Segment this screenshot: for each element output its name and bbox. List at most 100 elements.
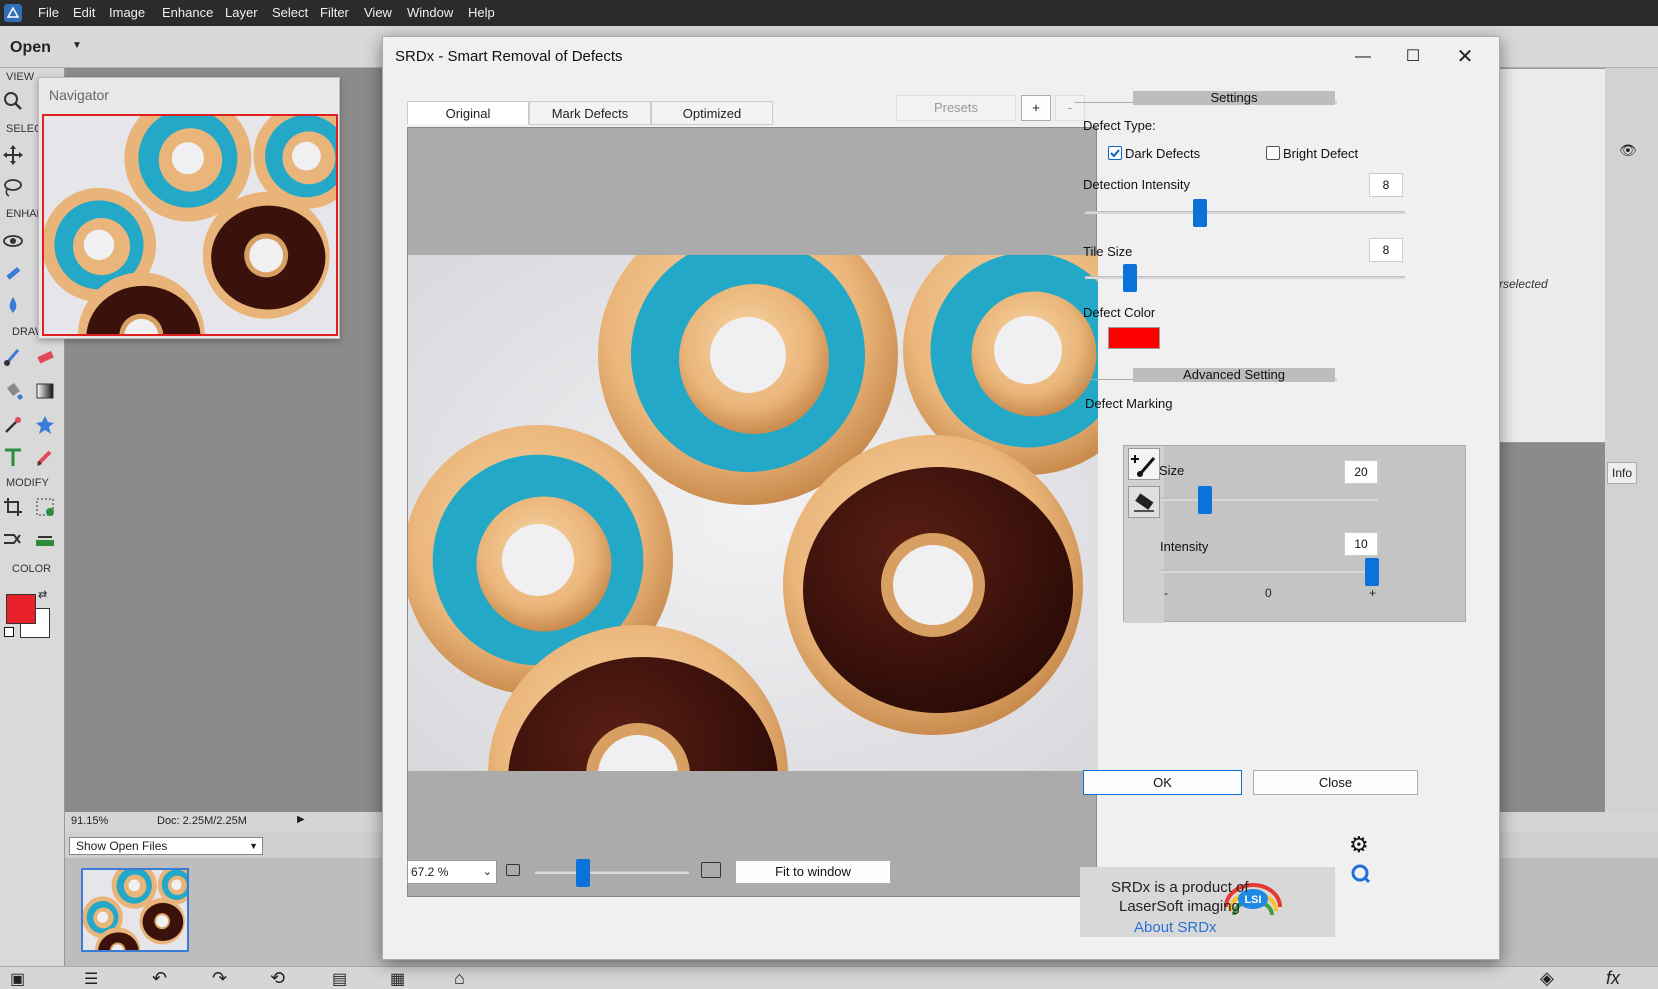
photo-bin-icon[interactable]: ▣ <box>10 969 25 989</box>
red-eye-icon[interactable] <box>2 230 24 252</box>
eraser-icon[interactable] <box>34 346 56 368</box>
organizer-icon[interactable]: ▦ <box>390 969 405 989</box>
dark-defects-label[interactable]: Dark Defects <box>1125 146 1200 161</box>
lasso-icon[interactable] <box>2 176 24 198</box>
paint-bucket-icon[interactable] <box>2 380 24 402</box>
presets-button[interactable]: Presets <box>896 95 1016 121</box>
bin-thumbnail[interactable] <box>81 862 196 974</box>
redo-icon[interactable]: ↷ <box>212 968 227 989</box>
preset-add-button[interactable]: + <box>1021 95 1051 121</box>
size-thumb[interactable] <box>1198 486 1212 514</box>
show-files-value: Show Open Files <box>76 839 168 853</box>
menu-edit[interactable]: Edit <box>73 5 95 20</box>
info-tab[interactable]: Info <box>1607 462 1637 484</box>
defect-color-label: Defect Color <box>1083 305 1156 320</box>
eye-icon[interactable]: 👁 <box>1619 142 1637 159</box>
detection-intensity-input[interactable]: 8 <box>1369 173 1403 197</box>
gear-icon[interactable]: ⚙ <box>1349 832 1369 858</box>
chevron-down-icon[interactable]: ▼ <box>249 838 258 854</box>
preset-remove-button[interactable]: - <box>1055 95 1085 121</box>
tile-size-input[interactable]: 8 <box>1369 238 1403 262</box>
status-arrow-icon[interactable]: ▶ <box>297 814 305 825</box>
navigator-thumbnail[interactable] <box>41 94 360 400</box>
bin-donut-image <box>82 862 196 974</box>
tab-original[interactable]: Original <box>407 101 529 125</box>
menu-image[interactable]: Image <box>109 5 145 20</box>
menu-window[interactable]: Window <box>407 5 453 20</box>
shape-icon[interactable] <box>34 414 56 436</box>
detection-intensity-track[interactable] <box>1085 211 1405 214</box>
recompose-icon[interactable] <box>34 496 56 518</box>
tab-mark-defects[interactable]: Mark Defects <box>529 101 651 125</box>
close-window-button[interactable]: ✕ <box>1445 43 1485 71</box>
srdx-dialog: SRDx - Smart Removal of Defects — ☐ ✕ Or… <box>382 36 1500 960</box>
blur-drop-icon[interactable] <box>2 294 24 316</box>
menu-enhance[interactable]: Enhance <box>162 5 213 20</box>
crop-icon[interactable] <box>2 496 24 518</box>
layout-icon[interactable]: ▤ <box>332 969 347 989</box>
defect-color-swatch[interactable] <box>1108 327 1160 349</box>
zoom-select-value: 67.2 % <box>411 865 449 879</box>
straighten-icon[interactable] <box>34 528 56 550</box>
zoom-out-icon[interactable] <box>506 864 520 876</box>
move-icon[interactable] <box>2 144 24 166</box>
home-icon[interactable]: ⌂ <box>454 968 465 989</box>
undo-icon[interactable]: ↶ <box>152 968 167 989</box>
intensity-track[interactable] <box>1160 570 1378 573</box>
menu-view[interactable]: View <box>364 5 392 20</box>
tile-size-thumb[interactable] <box>1123 264 1137 292</box>
brush-icon[interactable] <box>2 346 24 368</box>
tool-options-icon[interactable]: ☰ <box>84 969 98 989</box>
scale-max-label: + <box>1369 586 1377 600</box>
content-aware-move-icon[interactable] <box>2 528 24 550</box>
dark-defects-checkbox[interactable] <box>1108 146 1122 160</box>
maximize-button[interactable]: ☐ <box>1393 43 1433 71</box>
show-files-dropdown[interactable]: Show Open Files ▼ <box>69 837 263 855</box>
size-input[interactable]: 20 <box>1344 460 1378 484</box>
fx-icon[interactable]: fx <box>1606 968 1620 989</box>
intensity-thumb[interactable] <box>1365 558 1379 586</box>
close-button[interactable]: Close <box>1253 770 1418 795</box>
zoom-icon[interactable] <box>2 90 24 112</box>
preview-area[interactable] <box>407 127 1098 897</box>
bright-defect-checkbox[interactable] <box>1266 146 1280 160</box>
text-tool-icon[interactable] <box>2 446 24 468</box>
mark-brush-button[interactable] <box>1128 448 1160 480</box>
open-button[interactable]: Open <box>10 39 51 57</box>
tab-optimized[interactable]: Optimized <box>651 101 773 125</box>
menu-filter[interactable]: Filter <box>320 5 349 20</box>
eraser-brush-button[interactable] <box>1128 486 1160 518</box>
menu-layer[interactable]: Layer <box>225 5 258 20</box>
eyedropper-icon[interactable] <box>2 414 24 436</box>
scale-mid-label: 0 <box>1265 586 1272 600</box>
menu-file[interactable]: File <box>38 5 59 20</box>
zoom-slider-track[interactable] <box>535 871 689 874</box>
swap-colors-icon[interactable]: ⇄ <box>38 588 47 601</box>
size-track[interactable] <box>1160 498 1378 501</box>
zoom-slider-thumb[interactable] <box>576 859 590 887</box>
gradient-icon[interactable] <box>34 380 56 402</box>
fit-to-window-button[interactable]: Fit to window <box>735 860 891 884</box>
defect-marking-panel: Size 20 Intensity 10 - 0 + <box>1123 445 1466 623</box>
foreground-color-swatch[interactable] <box>6 594 36 624</box>
minimize-button[interactable]: — <box>1343 43 1383 71</box>
menu-help[interactable]: Help <box>468 5 495 20</box>
ok-button[interactable]: OK <box>1083 770 1242 795</box>
chevron-down-icon[interactable]: ⌄ <box>483 861 492 883</box>
default-colors-icon[interactable] <box>4 627 14 637</box>
zoom-select[interactable]: 67.2 % ⌄ <box>407 860 497 884</box>
rotate-icon[interactable]: ⟲ <box>270 968 285 989</box>
doc-size-readout: Doc: 2.25M/2.25M <box>157 815 247 827</box>
help-search-icon[interactable] <box>1350 863 1372 885</box>
chevron-down-icon[interactable]: ▼ <box>72 40 82 51</box>
detection-intensity-thumb[interactable] <box>1193 199 1207 227</box>
zoom-in-icon[interactable] <box>701 862 721 878</box>
defect-type-label: Defect Type: <box>1083 118 1156 133</box>
menu-select[interactable]: Select <box>272 5 308 20</box>
intensity-input[interactable]: 10 <box>1344 532 1378 556</box>
healing-brush-icon[interactable] <box>2 262 24 284</box>
pencil-icon[interactable] <box>34 446 56 468</box>
bright-defect-label[interactable]: Bright Defect <box>1283 146 1358 161</box>
layers-icon[interactable]: ◈ <box>1540 968 1554 989</box>
about-srdx-link[interactable]: About SRDx <box>1134 919 1217 936</box>
